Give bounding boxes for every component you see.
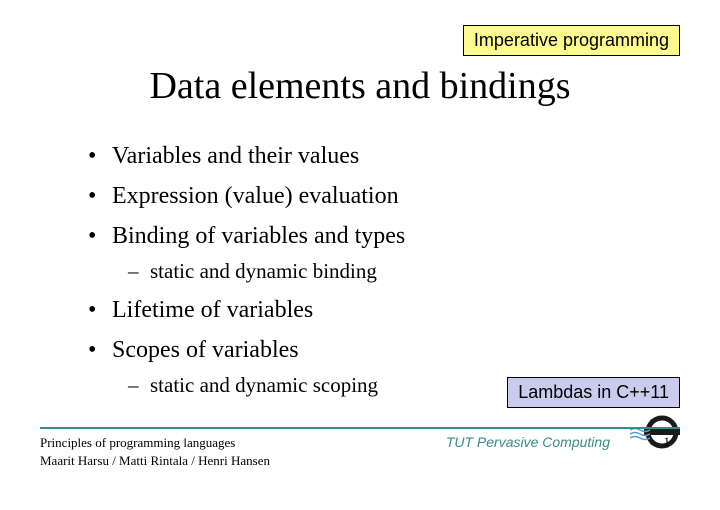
footer-org: TUT Pervasive Computing — [446, 434, 610, 450]
footer-divider — [40, 427, 680, 429]
bullet-item: Variables and their values — [86, 143, 680, 170]
page-number: 1 — [664, 434, 671, 450]
bullet-item: Binding of variables and types — [86, 223, 680, 250]
footer-left: Principles of programming languages Maar… — [40, 434, 270, 469]
authors: Maarit Harsu / Matti Rintala / Henri Han… — [40, 452, 270, 470]
tut-logo-icon — [630, 410, 680, 450]
course-name: Principles of programming languages — [40, 434, 270, 452]
bullet-item: Scopes of variables — [86, 337, 680, 364]
sub-item: static and dynamic binding — [128, 259, 680, 284]
tag-lambdas: Lambdas in C++11 — [507, 377, 680, 408]
bullet-item: Expression (value) evaluation — [86, 183, 680, 210]
bullet-item: Lifetime of variables — [86, 297, 680, 324]
tag-imperative: Imperative programming — [463, 25, 680, 56]
slide-title: Data elements and bindings — [0, 64, 720, 108]
content-area: Variables and their values Expression (v… — [86, 143, 680, 411]
